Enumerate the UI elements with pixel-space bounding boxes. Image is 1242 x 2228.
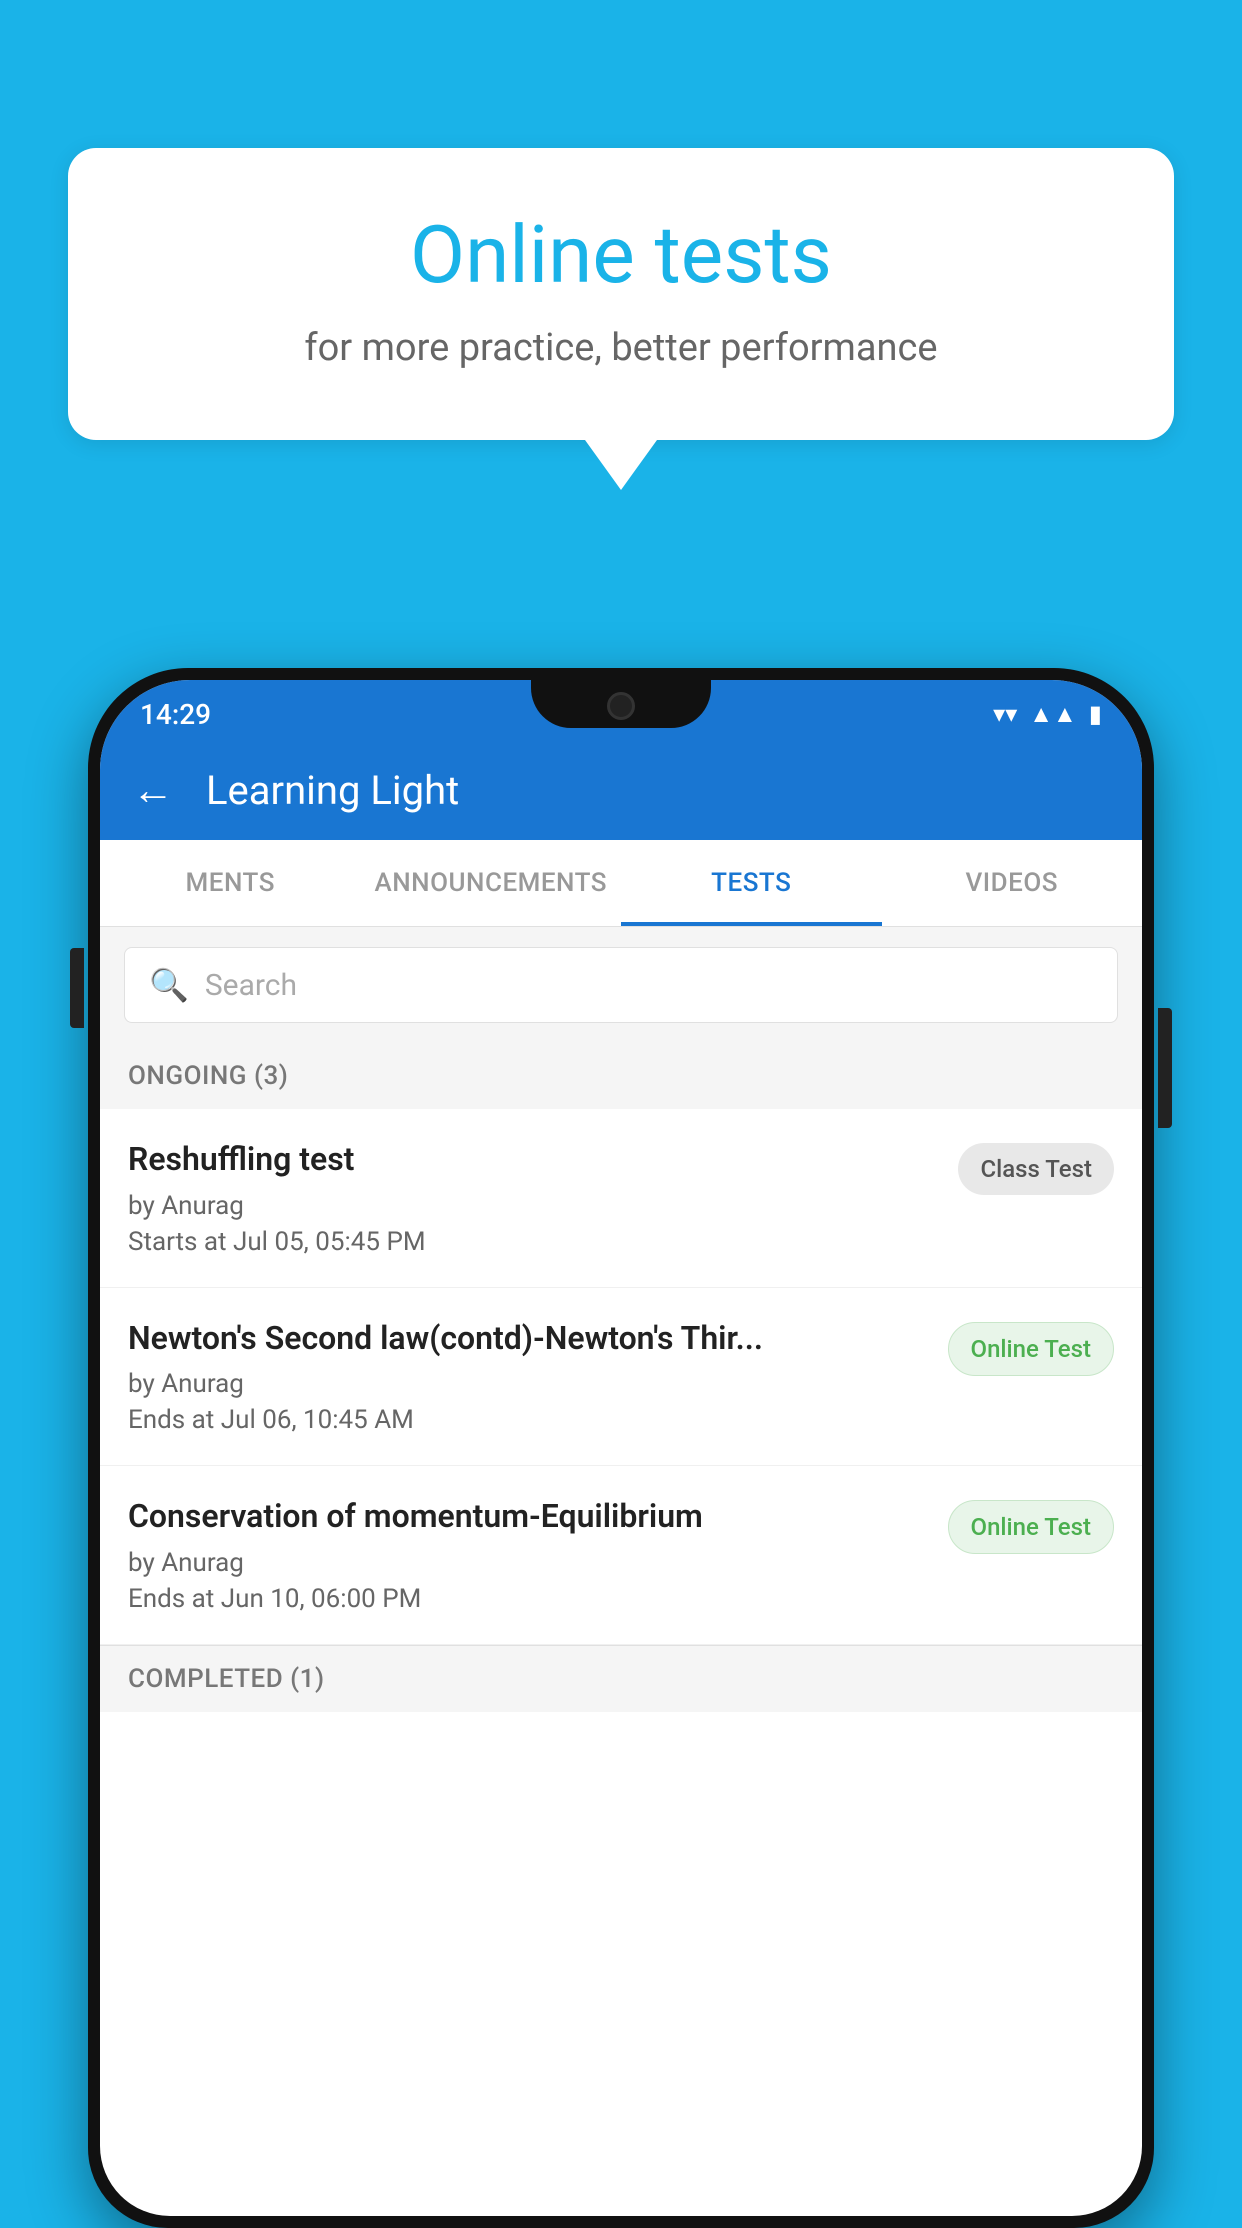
back-button[interactable]: ← [132,766,174,815]
speech-bubble-tail [585,440,657,490]
ongoing-section-title: ONGOING (3) [128,1061,288,1091]
wifi-icon: ▾▾ [993,700,1017,728]
test-badge-online-2: Online Test [948,1500,1114,1554]
test-name: Reshuffling test [128,1139,938,1181]
phone-volume-button [70,948,84,1028]
phone-camera [607,692,635,720]
test-item[interactable]: Newton's Second law(contd)-Newton's Thir… [100,1288,1142,1467]
app-header: ← Learning Light [100,740,1142,840]
test-item[interactable]: Reshuffling test by Anurag Starts at Jul… [100,1109,1142,1288]
test-author: by Anurag [128,1369,928,1399]
signal-icon: ▲▲ [1029,700,1077,729]
tab-announcements[interactable]: ANNOUNCEMENTS [361,840,622,926]
phone-screen: 14:29 ▾▾ ▲▲ ▮ ← Learning Light MENTS ANN… [100,680,1142,2216]
test-badge-class: Class Test [958,1143,1114,1195]
tab-videos[interactable]: VIDEOS [882,840,1143,926]
tabs-container: MENTS ANNOUNCEMENTS TESTS VIDEOS [100,840,1142,927]
speech-bubble-title: Online tests [148,208,1094,302]
battery-icon: ▮ [1089,700,1102,728]
speech-bubble-container: Online tests for more practice, better p… [68,148,1174,490]
test-date: Ends at Jul 06, 10:45 AM [128,1405,928,1435]
tests-list: Reshuffling test by Anurag Starts at Jul… [100,1109,1142,1645]
search-container: 🔍 Search [100,927,1142,1043]
app-title: Learning Light [206,767,459,814]
speech-bubble-subtitle: for more practice, better performance [148,326,1094,370]
search-bar[interactable]: 🔍 Search [124,947,1118,1023]
completed-section-header: COMPLETED (1) [100,1645,1142,1712]
test-author: by Anurag [128,1548,928,1578]
ongoing-section-header: ONGOING (3) [100,1043,1142,1109]
search-input-placeholder: Search [205,968,297,1003]
phone-notch [531,680,711,728]
test-info: Conservation of momentum-Equilibrium by … [128,1496,928,1614]
test-author: by Anurag [128,1191,938,1221]
speech-bubble: Online tests for more practice, better p… [68,148,1174,440]
phone-frame: 14:29 ▾▾ ▲▲ ▮ ← Learning Light MENTS ANN… [88,668,1154,2228]
test-item[interactable]: Conservation of momentum-Equilibrium by … [100,1466,1142,1645]
test-name: Newton's Second law(contd)-Newton's Thir… [128,1318,928,1360]
test-info: Reshuffling test by Anurag Starts at Jul… [128,1139,938,1257]
status-time: 14:29 [140,698,211,731]
tab-assignments[interactable]: MENTS [100,840,361,926]
completed-section-title: COMPLETED (1) [128,1664,325,1694]
status-icons: ▾▾ ▲▲ ▮ [993,700,1102,729]
phone-power-button [1158,1008,1172,1128]
test-date: Starts at Jul 05, 05:45 PM [128,1227,938,1257]
test-date: Ends at Jun 10, 06:00 PM [128,1584,928,1614]
search-icon: 🔍 [149,966,189,1004]
test-name: Conservation of momentum-Equilibrium [128,1496,928,1538]
test-badge-online: Online Test [948,1322,1114,1376]
tab-tests[interactable]: TESTS [621,840,882,926]
test-info: Newton's Second law(contd)-Newton's Thir… [128,1318,928,1436]
